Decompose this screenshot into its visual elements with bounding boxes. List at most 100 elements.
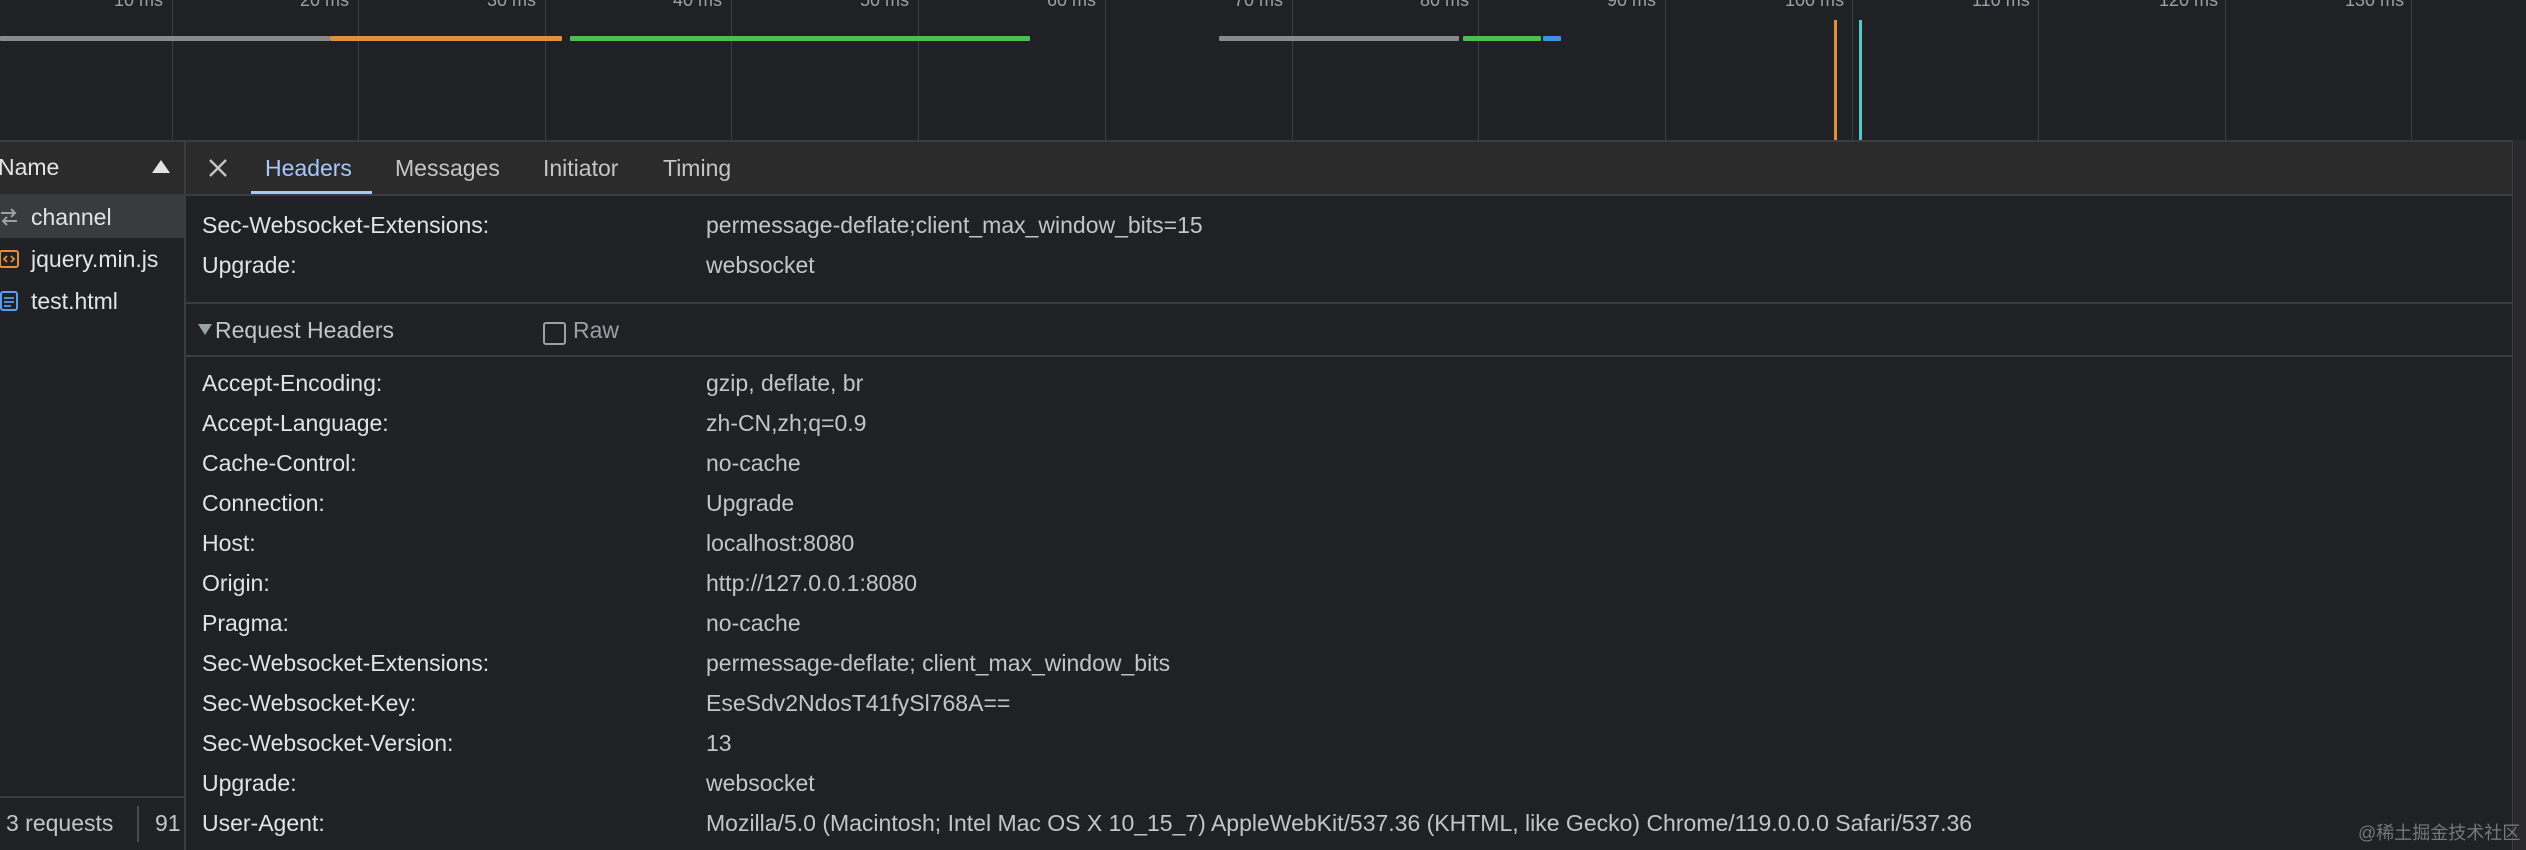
header-value: localhost:8080: [706, 530, 855, 556]
timeline-gridline: [2411, 0, 2412, 140]
timeline-gridline: [545, 0, 546, 140]
close-icon[interactable]: [206, 156, 230, 180]
header-name: Pragma:: [202, 610, 289, 636]
tab-messages[interactable]: Messages: [395, 142, 500, 194]
header-name: Connection:: [202, 490, 325, 516]
section-title: Request Headers: [215, 317, 394, 343]
request-list-panel: Name channel jquery.min.js test.html 3 r…: [0, 142, 186, 850]
request-details-panel: Headers Messages Initiator Timing Sec-We…: [186, 142, 2512, 850]
raw-checkbox[interactable]: [543, 322, 566, 345]
waterfall-segment-waiting: [0, 36, 330, 41]
header-name: Accept-Language:: [202, 410, 389, 436]
request-headers-section-header[interactable]: Request Headers Raw: [186, 307, 2512, 355]
timeline-tick-label: 20 ms: [300, 0, 350, 10]
timeline-tick-label: 120 ms: [2159, 0, 2219, 10]
timeline-gridline: [918, 0, 919, 140]
header-value: EseSdv2NdosT41fySl768A==: [706, 690, 1011, 716]
request-row-channel[interactable]: channel: [0, 196, 184, 238]
header-value: 13: [706, 730, 732, 756]
status-separator: [137, 806, 139, 842]
request-row-test-html[interactable]: test.html: [0, 280, 184, 322]
header-name: User-Agent:: [202, 810, 325, 836]
section-divider: [186, 302, 2512, 304]
request-header-row: Upgrade: websocket: [186, 762, 2512, 802]
waterfall-segment-content: [1543, 36, 1561, 41]
timeline-gridline: [1665, 0, 1666, 140]
request-header-row: User-Agent: Mozilla/5.0 (Macintosh; Inte…: [186, 802, 2512, 842]
request-header-row: Accept-Language: zh-CN,zh;q=0.9: [186, 402, 2512, 442]
timeline-tick-label: 80 ms: [1420, 0, 1470, 10]
websocket-icon: [1, 208, 17, 226]
document-icon: [0, 291, 18, 311]
header-name: Sec-Websocket-Extensions:: [202, 650, 490, 676]
request-header-row: Connection: Upgrade: [186, 482, 2512, 522]
request-name: channel: [31, 204, 112, 230]
header-value: websocket: [706, 770, 815, 796]
timeline-gridline: [2038, 0, 2039, 140]
header-value: websocket: [706, 252, 815, 278]
timeline-tick-label: 90 ms: [1607, 0, 1657, 10]
header-value: permessage-deflate;client_max_window_bit…: [706, 212, 1203, 238]
waterfall-segment-download: [570, 36, 1030, 41]
header-name: Sec-Websocket-Extensions:: [202, 212, 490, 238]
timeline-gridline: [1852, 0, 1853, 140]
timeline-gridline: [172, 0, 173, 140]
header-value: no-cache: [706, 450, 801, 476]
status-bar: 3 requests 91: [0, 796, 184, 850]
request-header-row: Accept-Encoding: gzip, deflate, br: [186, 362, 2512, 402]
waterfall-segment-download: [1463, 36, 1541, 41]
header-value: gzip, deflate, br: [706, 370, 864, 396]
section-divider: [186, 355, 2512, 357]
timeline-tick-label: 40 ms: [673, 0, 723, 10]
request-row-jquery[interactable]: jquery.min.js: [0, 238, 184, 280]
header-value: http://127.0.0.1:8080: [706, 570, 918, 596]
timeline-gridline: [1478, 0, 1479, 140]
header-name: Accept-Encoding:: [202, 370, 383, 396]
request-header-row: Sec-Websocket-Extensions: permessage-def…: [186, 642, 2512, 682]
header-name: Sec-Websocket-Key:: [202, 690, 417, 716]
network-timeline-overview[interactable]: 10 ms 20 ms 30 ms 40 ms 50 ms 60 ms 70 m…: [0, 0, 2526, 140]
timeline-tick-label: 10 ms: [114, 0, 164, 10]
timeline-tick-label: 100 ms: [1785, 0, 1845, 10]
request-count: 3 requests: [6, 810, 114, 836]
expand-triangle-icon[interactable]: [198, 324, 212, 335]
header-value: Upgrade: [706, 490, 795, 516]
response-header-row: Sec-Websocket-Extensions: permessage-def…: [186, 204, 2512, 244]
name-column-header[interactable]: Name: [0, 142, 184, 196]
transferred-size: 91: [155, 810, 181, 836]
timeline-tick-label: 70 ms: [1234, 0, 1284, 10]
header-value: zh-CN,zh;q=0.9: [706, 410, 867, 436]
timeline-tick-label: 130 ms: [2345, 0, 2405, 10]
raw-checkbox-label[interactable]: Raw: [573, 317, 619, 344]
tab-headers[interactable]: Headers: [251, 142, 372, 194]
tab-initiator[interactable]: Initiator: [543, 142, 618, 194]
header-name: Origin:: [202, 570, 270, 596]
waterfall-segment-waiting: [1219, 36, 1459, 41]
waterfall-segment-connecting: [330, 36, 562, 41]
request-header-row: Sec-Websocket-Version: 13: [186, 722, 2512, 762]
panel-scrollbar[interactable]: [2512, 140, 2526, 850]
tab-timing[interactable]: Timing: [663, 142, 731, 194]
timeline-gridline: [358, 0, 359, 140]
timeline-gridline: [1105, 0, 1106, 140]
header-name: Sec-Websocket-Version:: [202, 730, 454, 756]
request-header-row: Sec-Websocket-Key: EseSdv2NdosT41fySl768…: [186, 682, 2512, 722]
timeline-gridline: [2225, 0, 2226, 140]
details-tab-bar: Headers Messages Initiator Timing: [186, 142, 2512, 196]
timeline-tick-label: 110 ms: [1972, 0, 2030, 10]
header-name: Upgrade:: [202, 252, 297, 278]
header-value: permessage-deflate; client_max_window_bi…: [706, 650, 1171, 676]
load-event-marker: [1859, 20, 1862, 140]
dom-content-loaded-marker: [1834, 20, 1837, 140]
response-header-row: Upgrade: websocket: [186, 244, 2512, 284]
sort-ascending-icon[interactable]: [152, 160, 170, 173]
header-name: Upgrade:: [202, 770, 297, 796]
request-header-row: Host: localhost:8080: [186, 522, 2512, 562]
timeline-tick-label: 60 ms: [1047, 0, 1097, 10]
header-name: Cache-Control:: [202, 450, 357, 476]
script-icon: [0, 250, 19, 268]
header-name: Host:: [202, 530, 256, 556]
timeline-gridline: [731, 0, 732, 140]
name-column-label: Name: [0, 154, 60, 180]
request-header-row: Origin: http://127.0.0.1:8080: [186, 562, 2512, 602]
